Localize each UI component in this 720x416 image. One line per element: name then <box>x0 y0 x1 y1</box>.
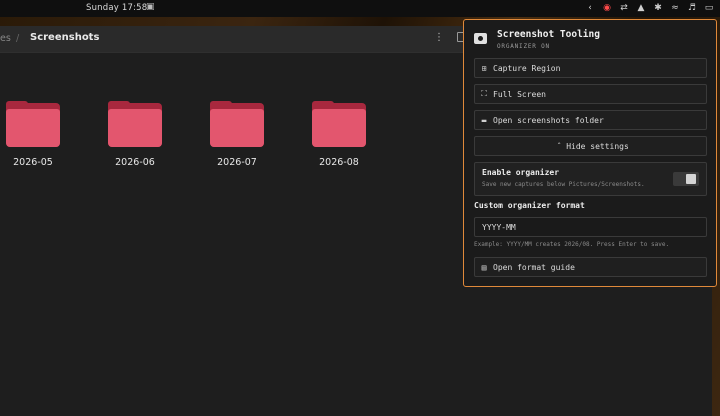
wifi-icon[interactable]: ≈ <box>670 1 680 16</box>
folder-item[interactable]: 2026-05 <box>2 101 62 171</box>
toggle-knob <box>686 174 696 184</box>
folder-item[interactable]: 2026-07 <box>206 101 266 171</box>
folder-label: 2026-08 <box>319 157 359 168</box>
open-folder-label: Open screenshots folder <box>493 115 604 125</box>
format-guide-button[interactable]: ▤ Open format guide <box>474 257 707 277</box>
organizer-status: ORGANIZER ON <box>497 43 550 50</box>
clock[interactable]: Sunday 17:58 <box>86 3 147 13</box>
folder-item[interactable]: 2026-06 <box>104 101 164 171</box>
popup-title: Screenshot Tooling <box>497 29 600 40</box>
volume-icon[interactable]: ♬ <box>687 1 697 16</box>
network-off-icon[interactable]: ⇄ <box>619 1 629 16</box>
organizer-toggle[interactable] <box>673 172 699 186</box>
breadcrumb-current[interactable]: Screenshots <box>30 32 99 43</box>
folder-label: 2026-06 <box>115 157 155 168</box>
crop-icon: ⊞ <box>481 63 487 73</box>
folder-label: 2026-05 <box>13 157 53 168</box>
screenshot-tooling-popup: Screenshot Tooling ORGANIZER ON ⊞ Captur… <box>463 19 717 287</box>
camera-icon <box>474 33 487 44</box>
document-icon: ▤ <box>481 262 487 272</box>
folder-open-icon: ▬ <box>481 115 487 125</box>
breadcrumb-parent[interactable]: es <box>0 33 11 44</box>
more-options-icon[interactable]: ⋮ <box>434 32 444 43</box>
organizer-setting: Enable organizer Save new captures below… <box>474 162 707 196</box>
drive-icon[interactable]: ▲ <box>636 1 646 16</box>
calendar-icon: ▣ <box>146 2 155 12</box>
top-bar: Sunday 17:58 ▣ ‹ ◉ ⇄ ▲ ✱ ≈ ♬ ▭ <box>0 0 720 17</box>
full-screen-label: Full Screen <box>493 89 546 99</box>
fullscreen-icon: ⛶ <box>481 89 487 98</box>
organizer-title: Enable organizer <box>482 168 560 177</box>
format-hint: Example: YYYY/MM creates 2026/08. Press … <box>474 241 670 248</box>
format-guide-label: Open format guide <box>493 262 575 272</box>
capture-region-button[interactable]: ⊞ Capture Region <box>474 58 707 78</box>
display-icon[interactable]: ▭ <box>704 1 714 16</box>
hide-settings-label: Hide settings <box>566 141 629 151</box>
format-input[interactable] <box>474 217 707 237</box>
bluetooth-icon[interactable]: ✱ <box>653 1 663 16</box>
breadcrumb-separator: / <box>16 33 20 44</box>
open-folder-button[interactable]: ▬ Open screenshots folder <box>474 110 707 130</box>
folder-item[interactable]: 2026-08 <box>308 101 368 171</box>
full-screen-button[interactable]: ⛶ Full Screen <box>474 84 707 104</box>
chevron-up-icon: ˆ <box>556 141 562 151</box>
capture-region-label: Capture Region <box>493 63 561 73</box>
system-tray: ‹ ◉ ⇄ ▲ ✱ ≈ ♬ ▭ <box>585 1 714 16</box>
screenshot-icon[interactable]: ◉ <box>602 1 612 16</box>
chevron-left-icon[interactable]: ‹ <box>585 1 595 16</box>
folder-label: 2026-07 <box>217 157 257 168</box>
organizer-description: Save new captures below Pictures/Screens… <box>482 181 645 188</box>
format-label: Custom organizer format <box>474 201 585 210</box>
hide-settings-button[interactable]: ˆ Hide settings <box>474 136 707 156</box>
